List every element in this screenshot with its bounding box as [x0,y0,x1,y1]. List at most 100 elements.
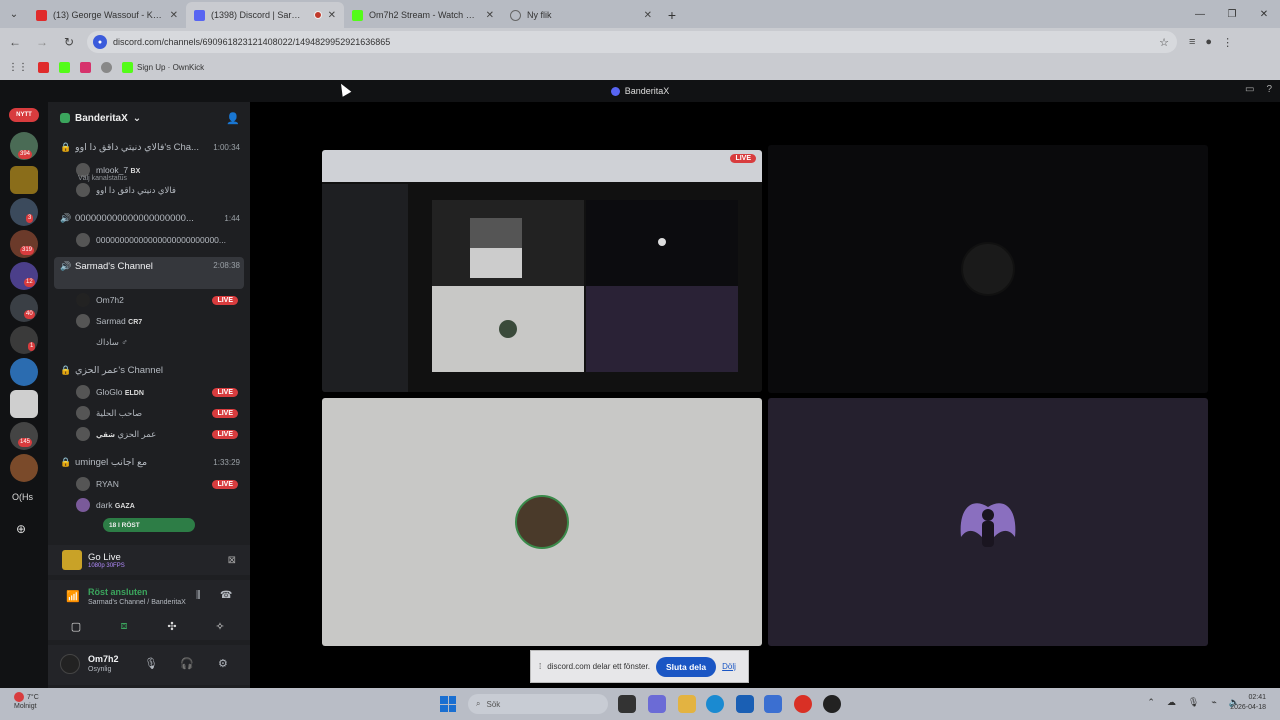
bookmark-kick-icon[interactable] [59,61,70,73]
voice-channel[interactable]: 🔒 umingel مع اجانب 1:33:29 [54,452,244,472]
noise-suppression-icon[interactable]: ⫼ [196,590,201,601]
voice-user[interactable]: Om7h2 LIVE [76,290,248,310]
voice-user[interactable]: 00000000000000000000000000... [76,230,248,250]
hide-button[interactable]: Dölj [722,662,736,671]
back-icon[interactable]: ← [3,30,27,54]
file-explorer-icon[interactable] [678,695,696,713]
live-badge: LIVE [212,408,238,418]
new-tab-button[interactable]: + [660,2,684,28]
screen-share-preview [322,150,762,392]
bookmark-ownkick[interactable]: Sign Up · OwnKick [122,61,204,73]
stream-tile-user[interactable] [768,398,1208,646]
close-tab-icon[interactable]: ✕ [486,10,494,21]
taskbar-search[interactable]: ⌕ Sök [468,694,608,714]
voice-user[interactable]: صاحب الحلية LIVE [76,403,248,423]
voice-channel-selected[interactable]: 🔊 Sarmad's Channel 2:08:38 [54,257,244,289]
mic-tray-icon[interactable]: 🎙 [1188,697,1199,708]
bookmark-globe-icon[interactable] [101,61,112,73]
help-icon[interactable]: ? [1266,84,1272,95]
voice-user[interactable]: عمر الحزي شقي LIVE [76,424,248,444]
cloud-icon[interactable]: ☁ [1167,697,1176,708]
microphone-icon[interactable]: 🎙 [144,657,158,670]
mail-icon[interactable] [764,695,782,713]
chrome-icon[interactable] [794,695,812,713]
close-tab-icon[interactable]: ✕ [328,10,336,21]
server-icon[interactable] [10,454,38,482]
stream-tile-user[interactable] [322,398,762,646]
soundboard-button[interactable]: ✧ [200,616,240,636]
voice-channel[interactable]: 🔒 فالاي دنيتي داقق دا اوو's Cha... 1:00:… [54,137,244,157]
stop-stream-icon[interactable]: ⊠ [228,555,236,566]
voice-user[interactable]: ساداك ♂ [76,332,248,352]
tab-new[interactable]: Ny flik ✕ [502,2,660,28]
copilot-icon[interactable] [648,695,666,713]
tab-discord[interactable]: (1398) Discord | Sarmad's C ✕ [186,2,344,28]
apps-grid-icon[interactable]: ⋮⋮ [8,62,28,73]
bookmark-youtube-icon[interactable] [38,61,49,73]
close-tab-icon[interactable]: ✕ [170,10,178,21]
bookmark-star-icon[interactable]: ☆ [1159,36,1169,49]
voice-user[interactable]: dark GAZA [76,495,248,515]
signal-icon[interactable]: 📶 [66,590,80,603]
stream-tile-user[interactable] [768,145,1208,393]
profile-icon[interactable]: ● [1205,36,1212,49]
server-icon[interactable] [10,262,38,290]
obs-icon[interactable] [823,695,841,713]
server-icon[interactable] [10,294,38,322]
voice-connected-panel: 📶 Röst ansluten Sarmad's Channel / Bande… [48,580,250,640]
minimize-icon[interactable]: — [1184,0,1216,28]
forward-icon[interactable]: → [30,30,54,54]
search-placeholder: Sök [486,699,501,709]
voice-location[interactable]: Sarmad's Channel / BanderitaX [88,599,186,606]
voice-user[interactable]: فالاي دنيتي داقق دا اوو [76,180,248,200]
drag-handle-icon[interactable]: ⁞ [539,662,541,671]
server-icon[interactable] [10,166,38,194]
edge-icon[interactable] [706,695,724,713]
voice-user[interactable]: Sarmad CR7 [76,311,248,331]
headphones-icon[interactable]: 🎧 [180,657,194,670]
tab-youtube[interactable]: (13) George Wassouf - Kalam El ✕ [28,2,186,28]
reload-icon[interactable]: ↻ [57,30,81,54]
bookmark-icon[interactable] [80,61,91,73]
chevron-up-icon[interactable]: ⌃ [1147,697,1155,708]
bookmarks-bar: ⋮⋮ Sign Up · OwnKick [0,56,1280,78]
channel-status-prompt[interactable]: Välj kanalstatus [78,175,127,182]
clock[interactable]: 02:41 2026-04-18 [1230,693,1266,713]
weather-widget[interactable]: 7°C Molnigt [14,692,39,711]
server-icon[interactable] [10,358,38,386]
address-bar[interactable]: ● discord.com/channels/69096182312140802… [87,31,1177,53]
camera-off-button[interactable]: ▢ [56,616,96,636]
new-badge[interactable]: NYTT [9,108,39,122]
voice-user[interactable]: RYAN LIVE [76,474,248,494]
server-icon[interactable] [10,198,38,226]
network-icon[interactable]: ⌁ [1211,697,1216,708]
invite-user-icon[interactable]: 👤 [226,112,240,125]
avatar[interactable] [60,654,80,674]
server-text-icon[interactable]: O(Hs [12,492,33,502]
tab-kick[interactable]: Om7h2 Stream - Watch Live on ✕ [344,2,502,28]
add-server-icon[interactable]: ⊕ [16,522,26,536]
disconnect-icon[interactable]: ☎ [220,590,232,601]
maximize-icon[interactable]: ❐ [1216,0,1248,28]
voice-count-pill[interactable]: 18 I RÖST [103,518,195,532]
voice-channel[interactable]: 🔒 عمر الحزي's Channel [54,360,244,380]
tab-search-icon[interactable]: ⌄ [0,0,28,28]
stop-sharing-button[interactable]: Sluta dela [655,656,717,677]
inbox-icon[interactable]: ▭ [1245,84,1254,95]
media-icon[interactable]: ≡ [1189,36,1195,49]
settings-gear-icon[interactable]: ⚙ [218,657,228,670]
start-icon[interactable] [440,696,456,712]
activities-button[interactable]: ✣ [152,616,192,636]
site-info-icon[interactable]: ● [93,35,107,49]
close-tab-icon[interactable]: ✕ [644,10,652,21]
store-icon[interactable] [736,695,754,713]
close-window-icon[interactable]: ✕ [1248,0,1280,28]
taskview-icon[interactable] [618,695,636,713]
menu-icon[interactable]: ⋮ [1222,36,1233,49]
voice-user[interactable]: GloGlo ELDN LIVE [76,382,248,402]
guild-header[interactable]: BanderitaX ⌄ 👤 [48,102,250,134]
server-icon[interactable] [10,390,38,418]
stream-tile-screen[interactable]: LIVE [322,150,762,392]
screen-share-button[interactable]: ⧈ [104,616,144,636]
voice-channel[interactable]: 🔊 000000000000000000000... 1:44 [54,208,244,228]
